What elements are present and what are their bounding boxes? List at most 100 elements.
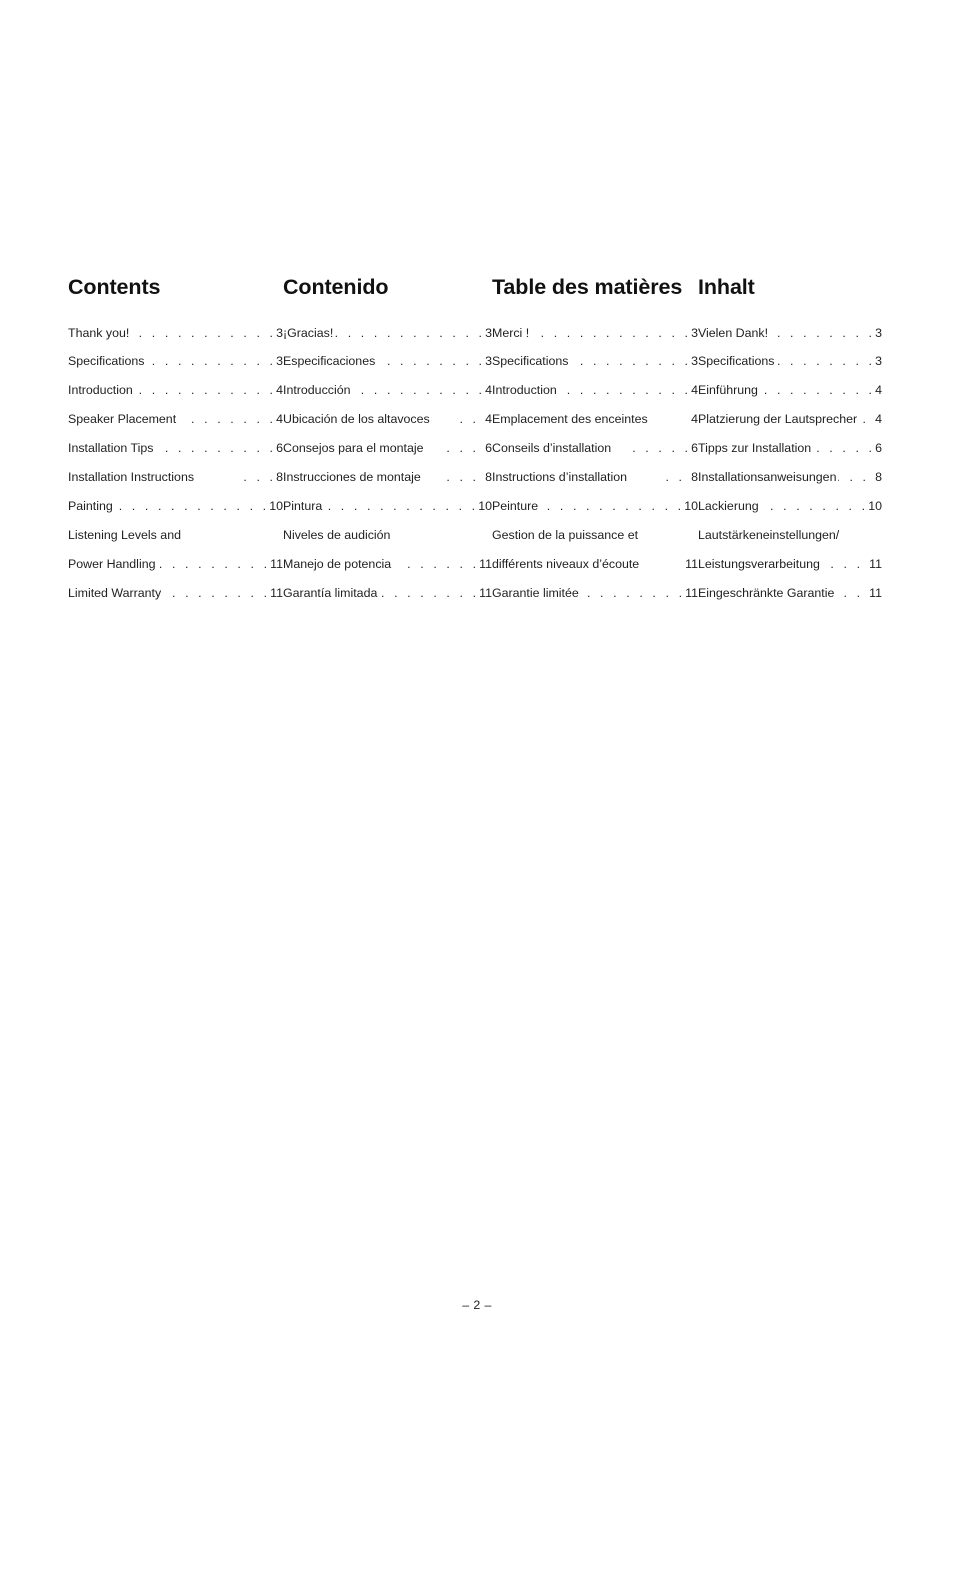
toc-entry-label: ¡Gracias! bbox=[283, 325, 334, 340]
toc-entry[interactable]: Peinture . . . . . . . . . . . . . . 10 bbox=[492, 499, 698, 513]
toc-page-number: 3 bbox=[485, 354, 492, 369]
toc-page-number: 10 bbox=[269, 499, 283, 513]
toc-entry[interactable]: Tipps zur Installation . . . . . . 6 bbox=[698, 441, 882, 456]
toc-entry[interactable]: Consejos para el montaje . . . 6 bbox=[283, 442, 492, 455]
toc-entry[interactable]: Vielen Dank! . . . . . . . . . . . . 3 bbox=[698, 326, 882, 339]
toc-column-english: Contents Thank you! . . . . . . . . . . … bbox=[68, 276, 283, 599]
toc-entry-label: Limited Warranty bbox=[68, 585, 162, 600]
toc-entry-label: Einführung bbox=[698, 383, 758, 398]
toc-page-number: 11 bbox=[685, 585, 698, 600]
toc-leader-dots: . . . . . . . . . bbox=[164, 442, 277, 455]
toc-page-number: 3 bbox=[276, 354, 283, 369]
toc-entry[interactable]: Installationsanweisungen . . . 8 bbox=[698, 470, 882, 485]
toc-entry[interactable]: Leistungsverarbeitung . . . . 11 bbox=[698, 556, 882, 571]
toc-entry-label: Peinture bbox=[492, 499, 539, 513]
toc-entry[interactable]: Platzierung der Lautsprecher . 4 bbox=[698, 412, 882, 427]
toc-entry-label: Tipps zur Installation bbox=[698, 441, 812, 456]
toc-entry-label: Lackierung bbox=[698, 499, 759, 513]
toc-entry-label: Especificaciones bbox=[283, 354, 376, 369]
toc-entry-label: Specifications bbox=[492, 354, 569, 369]
toc-leader-dots: . . . . . . . . . . . . . bbox=[559, 384, 692, 397]
toc-page-number: 11 bbox=[479, 585, 492, 600]
toc-entry[interactable]: Lackierung . . . . . . . . . . . . . 10 bbox=[698, 499, 882, 513]
toc-column-german: Inhalt Vielen Dank! . . . . . . . . . . … bbox=[698, 276, 882, 599]
toc-page-number: 6 bbox=[276, 441, 283, 456]
toc-entry[interactable]: Emplacement des enceintes 4 bbox=[492, 412, 698, 427]
toc-entry[interactable]: Introduction . . . . . . . . . . . . . 4 bbox=[68, 384, 283, 397]
toc-leader-dots: . . . bbox=[243, 471, 277, 484]
toc-entry-label: Emplacement des enceintes bbox=[492, 412, 648, 427]
toc-entry[interactable]: Gestion de la puissance et bbox=[492, 528, 698, 541]
toc-entry[interactable]: Specifications . . . . . . . . . . . 3 bbox=[698, 354, 882, 369]
toc-entry-label: Merci ! bbox=[492, 325, 530, 340]
toc-entry-label: Installationsanweisungen bbox=[698, 470, 837, 485]
toc-entry[interactable]: Power Handling . . . . . . . . . 11 bbox=[68, 557, 283, 571]
toc-entry[interactable]: Conseils d’installation . . . . . 6 bbox=[492, 441, 698, 456]
toc-leader-dots: . . . . . . . . . . . . bbox=[570, 355, 692, 368]
toc-entry[interactable]: Eingeschränkte Garantie . . 11 bbox=[698, 585, 882, 600]
toc-column-french: Table des matières Merci ! . . . . . . .… bbox=[492, 276, 698, 599]
toc-entry[interactable]: Specifications . . . . . . . . . . . . 3 bbox=[492, 354, 698, 369]
toc-entry-label: Eingeschränkte Garantie bbox=[698, 585, 835, 600]
toc-page-number: 3 bbox=[485, 325, 492, 340]
toc-entry-label: Speaker Placement bbox=[68, 412, 177, 427]
toc-entry-list: Vielen Dank! . . . . . . . . . . . . 3 S… bbox=[698, 326, 882, 600]
toc-leader-dots: . . . . . . . . . . bbox=[377, 355, 486, 368]
toc-entry[interactable]: Listening Levels and bbox=[68, 528, 283, 541]
toc-page-number: 4 bbox=[276, 412, 283, 427]
toc-entry-label: Introduction bbox=[492, 383, 557, 398]
toc-leader-dots: . bbox=[862, 413, 870, 426]
toc-entry[interactable]: Painting . . . . . . . . . . . . . . 10 bbox=[68, 499, 283, 513]
toc-leader-dots: . . . . . bbox=[632, 442, 692, 455]
toc-entry[interactable]: Einführung . . . . . . . . . . . . . 4 bbox=[698, 383, 882, 398]
toc-entry-label: Garantie limitée bbox=[492, 585, 579, 600]
toc-entry[interactable]: Instructions d’installation . . 8 bbox=[492, 470, 698, 485]
toc-page-number: 10 bbox=[478, 499, 492, 513]
toc-entry[interactable]: Introducción . . . . . . . . . . . . 4 bbox=[283, 384, 492, 397]
toc-leader-dots: . . . . . . bbox=[407, 557, 480, 571]
column-heading: Contents bbox=[68, 275, 161, 299]
toc-leader-dots: . . . bbox=[838, 471, 870, 484]
toc-page-number: 4 bbox=[875, 383, 882, 398]
toc-entry-label: Niveles de audición bbox=[283, 527, 391, 542]
toc-entry-label: Specifications bbox=[698, 354, 775, 369]
toc-entry[interactable]: Manejo de potencia . . . . . . 11 bbox=[283, 557, 492, 571]
toc-page-number: 10 bbox=[684, 499, 698, 513]
toc-entry-list: ¡Gracias! . . . . . . . . . . . . . . . … bbox=[283, 325, 492, 600]
toc-entry[interactable]: Ubicación de los altavoces . . 4 bbox=[283, 413, 492, 426]
toc-entry-label: Specifications bbox=[68, 354, 145, 369]
toc-entry[interactable]: Speaker Placement . . . . . . . 4 bbox=[68, 412, 283, 427]
toc-entry[interactable]: Lautstärkeneinstellungen/ bbox=[698, 528, 882, 541]
toc-entry[interactable]: Limited Warranty . . . . . . . . 11 bbox=[68, 585, 283, 600]
toc-entry[interactable]: Installation Instructions . . . 8 bbox=[68, 470, 283, 485]
toc-entry[interactable]: Merci ! . . . . . . . . . . . . . . . . … bbox=[492, 325, 698, 340]
toc-leader-dots: . . . bbox=[446, 442, 480, 455]
toc-page-number: 8 bbox=[276, 470, 283, 485]
toc-leader-dots: . . . . . . . bbox=[191, 413, 277, 426]
toc-page-number: 11 bbox=[685, 556, 698, 571]
toc-entry-label: Conseils d’installation bbox=[492, 441, 612, 456]
toc-entry[interactable]: Niveles de audición bbox=[283, 527, 492, 542]
toc-entry[interactable]: Especificaciones . . . . . . . . . . 3 bbox=[283, 354, 492, 369]
toc-entry[interactable]: Installation Tips . . . . . . . . . 6 bbox=[68, 441, 283, 456]
toc-leader-dots: . . . . . . . . . . . . . . bbox=[540, 500, 685, 513]
toc-page-number: 4 bbox=[875, 412, 882, 427]
toc-page-number: 11 bbox=[869, 556, 882, 571]
toc-page-number: 3 bbox=[875, 354, 882, 369]
toc-leader-dots: . . . bbox=[446, 471, 480, 484]
toc-entry[interactable]: Garantía limitada . . . . . . . . 11 bbox=[283, 585, 492, 600]
toc-entry[interactable]: Pintura . . . . . . . . . . . . . . . 10 bbox=[283, 499, 492, 513]
toc-entry[interactable]: différents niveaux d’écoute 11 bbox=[492, 556, 698, 571]
toc-entry[interactable]: Thank you! . . . . . . . . . . . . . 3 bbox=[68, 326, 283, 339]
toc-entry-label: Instructions d’installation bbox=[492, 470, 627, 485]
toc-page-number: 4 bbox=[691, 383, 698, 398]
toc-page-number: 3 bbox=[691, 354, 698, 369]
toc-entry[interactable]: Instrucciones de montaje . . . 8 bbox=[283, 471, 492, 484]
table-of-contents: Contents Thank you! . . . . . . . . . . … bbox=[68, 276, 882, 599]
toc-entry[interactable]: Introduction . . . . . . . . . . . . . 4 bbox=[492, 383, 698, 398]
toc-entry[interactable]: Specifications . . . . . . . . . . . . 3 bbox=[68, 354, 283, 369]
toc-entry[interactable]: Garantie limitée . . . . . . . . . 11 bbox=[492, 585, 698, 600]
toc-column-spanish: Contenido ¡Gracias! . . . . . . . . . . … bbox=[283, 276, 492, 599]
toc-leader-dots: . . . . . . . . . bbox=[158, 557, 271, 571]
toc-entry[interactable]: ¡Gracias! . . . . . . . . . . . . . . . … bbox=[283, 325, 492, 340]
